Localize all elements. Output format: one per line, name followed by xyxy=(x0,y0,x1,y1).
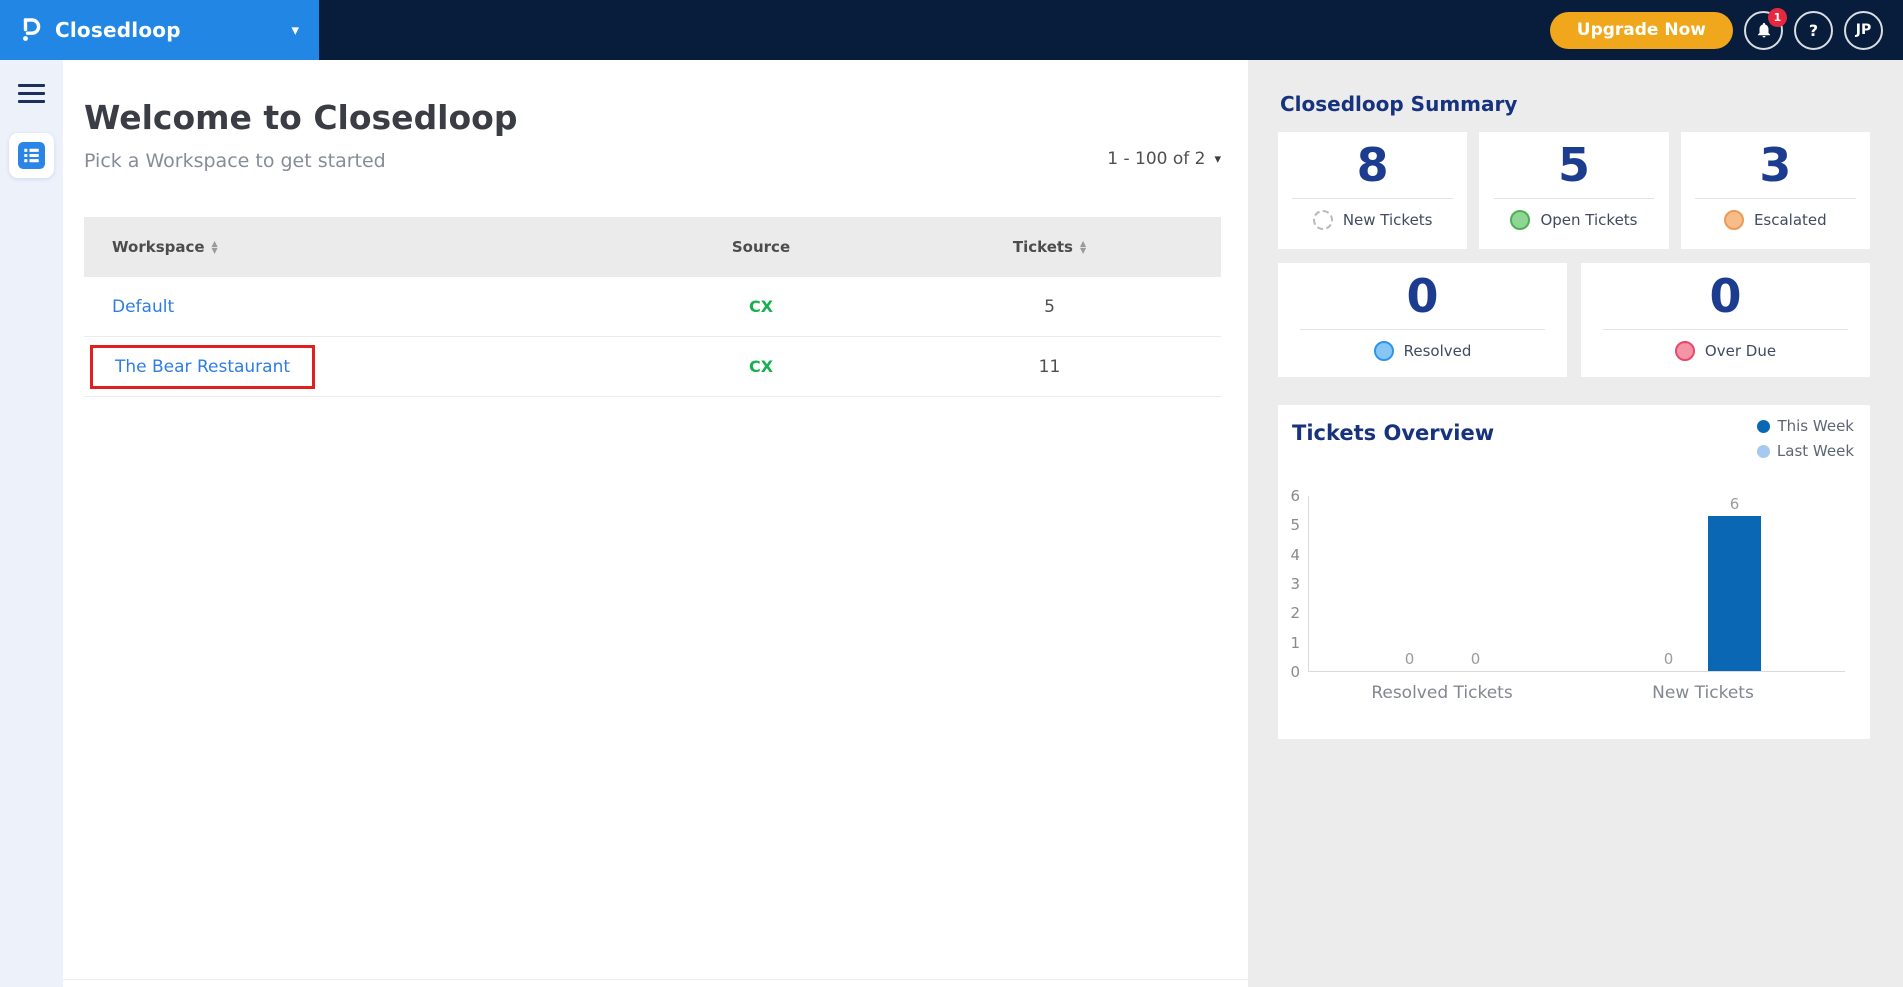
over-due-dot-icon xyxy=(1675,341,1695,361)
question-mark-icon: ? xyxy=(1809,21,1818,40)
x-axis-label-new-tickets: New Tickets xyxy=(1652,683,1754,703)
help-button[interactable]: ? xyxy=(1794,11,1833,50)
bar-value-label: 0 xyxy=(1471,650,1481,668)
sort-icon[interactable]: ▲▼ xyxy=(212,240,218,254)
avatar-initials: JP xyxy=(1856,22,1871,38)
brand-name: Closedloop xyxy=(55,18,181,42)
summary-title: Closedloop Summary xyxy=(1280,92,1870,116)
y-axis-tick: 3 xyxy=(1290,577,1300,592)
bar-value-label: 0 xyxy=(1664,650,1674,668)
this-week-dot-icon xyxy=(1757,420,1770,433)
legend-item-this-week[interactable]: This Week xyxy=(1757,417,1854,435)
bar-slot: 0 xyxy=(1383,495,1436,671)
card-label: New Tickets xyxy=(1343,211,1433,229)
table-header: Workspace ▲▼ Source Tickets ▲▼ xyxy=(84,217,1221,277)
card-value: 8 xyxy=(1278,140,1467,192)
closedloop-logo-icon xyxy=(20,17,42,44)
y-axis-tick: 2 xyxy=(1290,606,1300,621)
bar-new-this-week xyxy=(1708,516,1761,671)
y-axis-tick: 0 xyxy=(1290,665,1300,680)
resolved-dot-icon xyxy=(1374,341,1394,361)
card-value: 3 xyxy=(1681,140,1870,192)
new-tickets-dot-icon xyxy=(1313,210,1333,230)
page-subtitle: Pick a Workspace to get started xyxy=(84,150,517,172)
source-value: CX xyxy=(749,357,773,376)
pagination-dropdown[interactable]: 1 - 100 of 2 ▾ xyxy=(1107,149,1221,172)
highlight-annotation-box: The Bear Restaurant xyxy=(90,345,315,389)
summary-card-resolved: 0 Resolved xyxy=(1278,263,1567,377)
bar-value-label: 0 xyxy=(1405,650,1415,668)
y-axis-tick: 6 xyxy=(1290,489,1300,504)
sidebar xyxy=(0,60,63,987)
bar-slot: 6 xyxy=(1708,495,1761,671)
table-row[interactable]: The Bear Restaurant CX 11 xyxy=(84,337,1221,397)
chart-title: Tickets Overview xyxy=(1292,421,1494,445)
hamburger-menu-icon[interactable] xyxy=(18,84,45,103)
topbar: Closedloop ▾ Upgrade Now 1 ? JP xyxy=(0,0,1903,60)
legend-label: This Week xyxy=(1777,417,1854,435)
summary-panel: Closedloop Summary 8 New Tickets 5 Open … xyxy=(1248,60,1903,987)
card-label: Escalated xyxy=(1754,211,1827,229)
tickets-overview-chart: Tickets Overview This Week Last Week 0 1 2… xyxy=(1278,405,1870,739)
workspace-link-default[interactable]: Default xyxy=(112,297,174,317)
card-label: Open Tickets xyxy=(1540,211,1637,229)
source-value: CX xyxy=(749,297,773,316)
upgrade-now-button[interactable]: Upgrade Now xyxy=(1550,12,1733,49)
workspace-switcher[interactable]: Closedloop ▾ xyxy=(0,0,319,60)
sort-icon[interactable]: ▲▼ xyxy=(1080,240,1086,254)
bar-slot: 0 xyxy=(1449,495,1502,671)
card-value: 0 xyxy=(1278,271,1567,323)
topbar-actions: Upgrade Now 1 ? JP xyxy=(1550,11,1903,50)
chevron-down-icon: ▾ xyxy=(1214,152,1221,167)
column-header-workspace: Workspace xyxy=(112,238,205,256)
tickets-count: 5 xyxy=(1044,297,1055,317)
chart-legend: This Week Last Week xyxy=(1757,417,1854,460)
card-label: Resolved xyxy=(1404,342,1472,360)
page-title: Welcome to Closedloop xyxy=(84,98,517,137)
sidebar-item-workspaces[interactable] xyxy=(9,133,54,178)
workspace-list-icon xyxy=(18,142,45,169)
tickets-count: 11 xyxy=(1039,357,1061,377)
summary-card-new-tickets: 8 New Tickets xyxy=(1278,132,1467,249)
notification-badge: 1 xyxy=(1768,8,1787,27)
escalated-dot-icon xyxy=(1724,210,1744,230)
notifications-button[interactable]: 1 xyxy=(1744,11,1783,50)
page-bottom-divider xyxy=(63,979,1248,980)
y-axis: 0123456 xyxy=(1278,496,1303,672)
card-value: 0 xyxy=(1581,271,1870,323)
open-tickets-dot-icon xyxy=(1510,210,1530,230)
user-avatar[interactable]: JP xyxy=(1844,11,1883,50)
bar-value-label: 6 xyxy=(1730,495,1740,513)
card-value: 5 xyxy=(1479,140,1668,192)
y-axis-tick: 1 xyxy=(1290,636,1300,651)
card-label: Over Due xyxy=(1705,342,1776,360)
chevron-down-icon: ▾ xyxy=(291,21,299,39)
last-week-dot-icon xyxy=(1757,445,1770,458)
workspace-table: Workspace ▲▼ Source Tickets ▲▼ Default C… xyxy=(84,217,1221,397)
summary-card-escalated: 3 Escalated xyxy=(1681,132,1870,249)
bar-slot: 0 xyxy=(1642,495,1695,671)
legend-label: Last Week xyxy=(1777,442,1854,460)
chart-plot-area: 0 0 0 6 Resolved Tickets New Tickets xyxy=(1308,496,1845,672)
workspace-link-the-bear-restaurant[interactable]: The Bear Restaurant xyxy=(115,357,290,377)
x-axis-label-resolved-tickets: Resolved Tickets xyxy=(1371,683,1512,703)
main-content: Welcome to Closedloop Pick a Workspace t… xyxy=(63,60,1248,987)
summary-card-over-due: 0 Over Due xyxy=(1581,263,1870,377)
column-header-source: Source xyxy=(644,238,878,256)
y-axis-tick: 5 xyxy=(1290,518,1300,533)
y-axis-tick: 4 xyxy=(1290,548,1300,563)
column-header-tickets: Tickets xyxy=(1013,238,1073,256)
summary-card-open-tickets: 5 Open Tickets xyxy=(1479,132,1668,249)
legend-item-last-week[interactable]: Last Week xyxy=(1757,442,1854,460)
table-row[interactable]: Default CX 5 xyxy=(84,277,1221,337)
pagination-label: 1 - 100 of 2 xyxy=(1107,149,1205,169)
